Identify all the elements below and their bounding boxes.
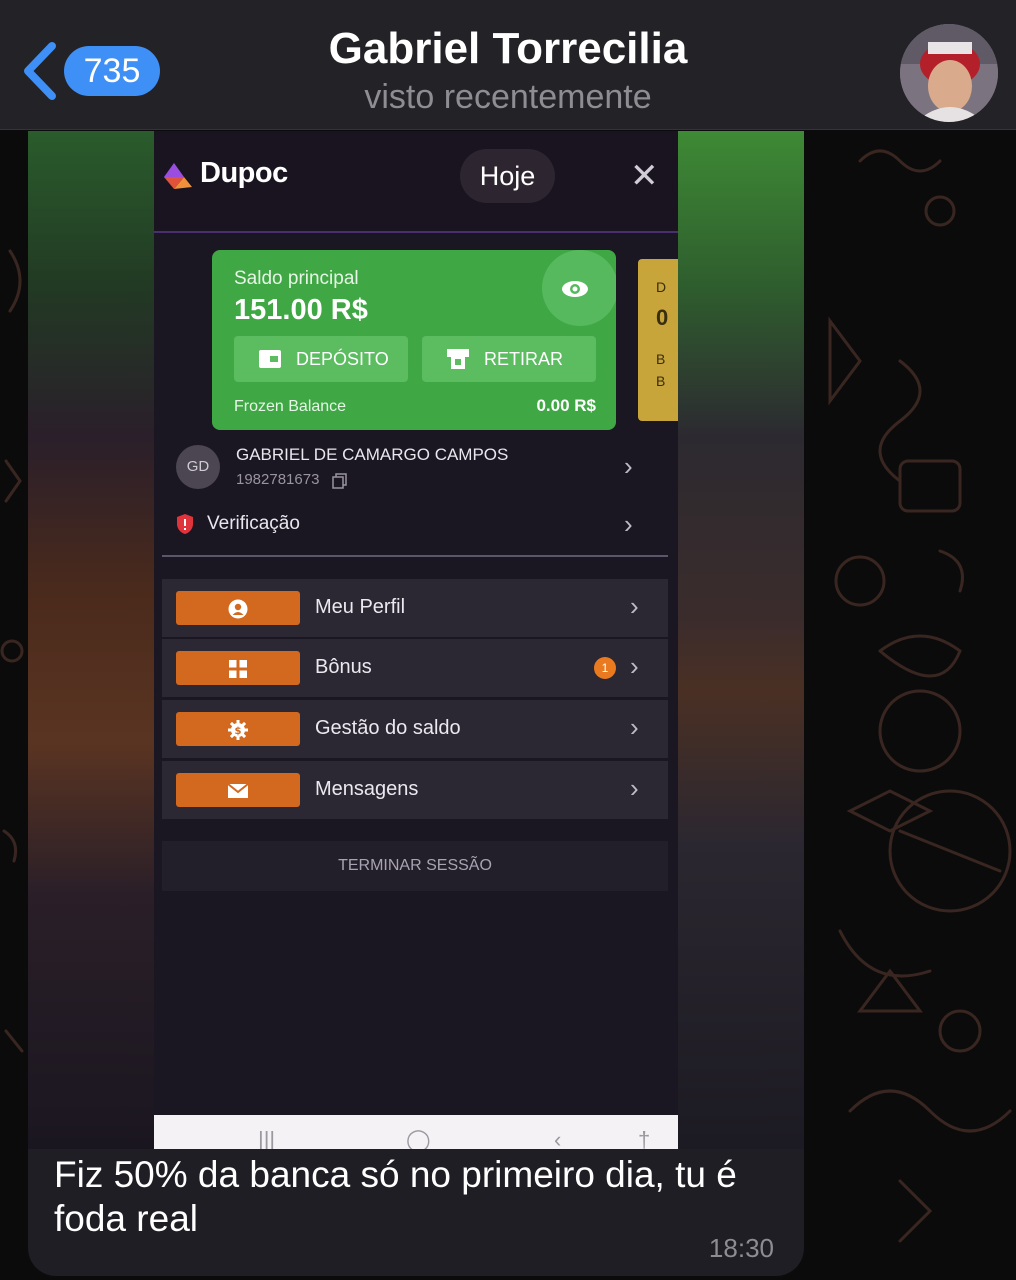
menu-icon-tag [176,591,300,625]
user-name: GABRIEL DE CAMARGO CAMPOS [236,445,509,464]
date-pill: Hoje [460,149,555,203]
bonus-count-badge: 1 [594,657,616,679]
menu-icon-tag [176,651,300,685]
atm-icon [447,349,469,369]
balance-amount: 151.00 R$ [234,294,368,326]
chevron-right-icon: › [630,712,639,742]
back-icon: ‹ [554,1127,562,1149]
withdraw-button: RETIRAR [422,336,596,382]
screenshot-photo[interactable]: Dupoc Hoje ✕ Saldo principal 151.00 R$ D… [28,131,804,1149]
user-icon [228,599,248,619]
frozen-balance-value: 0.00 R$ [536,396,596,415]
menu-item-profile: Meu Perfil › [162,579,668,637]
message-time: 18:30 [708,1233,774,1263]
blurred-background-left [28,131,154,1149]
balance-label: Saldo principal [234,268,359,289]
chevron-right-icon: › [630,591,639,621]
menu-icon-tag [176,773,300,807]
chevron-right-icon: › [624,451,633,481]
user-account-row: GD GABRIEL DE CAMARGO CAMPOS 1982781673 … [154,437,678,499]
chevron-right-icon: › [624,509,633,539]
home-icon: ◯ [406,1127,431,1149]
menu-item-balance-management: $ Gestão do saldo › [162,700,668,758]
money-gear-icon: $ [228,720,248,740]
menu-icon-tag: $ [176,712,300,746]
gift-icon [229,660,247,678]
logout-button: TERMINAR SESSÃO [162,841,668,891]
deposit-button: DEPÓSITO [234,336,408,382]
envelope-icon [228,783,248,798]
user-id: 1982781673 [236,471,320,488]
divider [162,555,668,557]
contact-avatar[interactable] [900,24,998,122]
android-nav-bar: ||| ◯ ‹ † [154,1115,678,1149]
eye-icon [562,281,588,297]
secondary-card-edge: D 0 B B [638,259,678,421]
shield-icon [177,514,193,534]
chevron-right-icon: › [630,773,639,803]
dupoc-logo-icon [164,163,192,189]
app-header: Dupoc Hoje ✕ [154,131,678,233]
wallet-icon [259,350,281,368]
chevron-right-icon: › [630,651,639,681]
phone-screen: Dupoc Hoje ✕ Saldo principal 151.00 R$ D… [154,131,678,1149]
message-bubble[interactable]: Dupoc Hoje ✕ Saldo principal 151.00 R$ D… [28,131,804,1276]
frozen-balance-label: Frozen Balance [234,398,347,415]
user-initials-avatar: GD [176,445,220,489]
accessibility-icon: † [638,1127,651,1149]
recent-apps-icon: ||| [258,1127,276,1149]
svg-text:$: $ [235,726,242,737]
chat-status: visto recentemente [364,78,652,116]
blurred-background-right [678,131,804,1149]
chat-title[interactable]: Gabriel Torrecilia [0,24,1016,74]
app-logo: Dupoc [200,157,288,189]
menu-item-bonus: Bônus 1 › [162,639,668,697]
copy-icon [332,473,347,489]
currency-watermark [542,250,616,326]
close-icon: ✕ [630,157,659,195]
verification-row: Verificação › [154,499,678,555]
balance-card: Saldo principal 151.00 R$ DEPÓSITO RETIR… [212,250,616,430]
message-text: Fiz 50% da banca só no primeiro dia, tu … [54,1154,737,1239]
verification-label: Verificação [207,513,300,534]
chat-header: 735 Gabriel Torrecilia visto recentement… [0,0,1016,130]
menu-item-messages: Mensagens › [162,761,668,819]
